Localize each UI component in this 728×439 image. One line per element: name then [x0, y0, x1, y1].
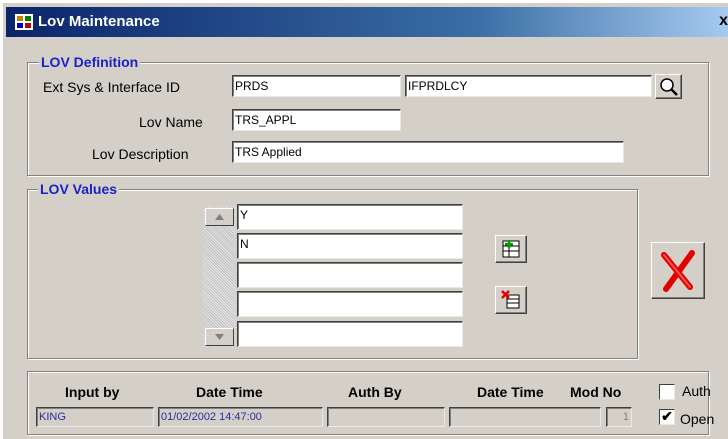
auth-by-header: Auth By [348, 384, 402, 400]
input-by-header: Input by [65, 384, 120, 400]
open-label: Open [680, 411, 715, 427]
exit-button[interactable] [651, 242, 705, 299]
lov-value-field[interactable]: N [237, 233, 463, 259]
lov-description-field[interactable]: TRS Applied [232, 141, 624, 163]
mod-no-header: Mod No [570, 384, 622, 400]
lov-maintenance-window: Lov Maintenance x LOV Definition Ext Sys… [0, 0, 728, 439]
auth-date-time-header: Date Time [477, 384, 544, 400]
title-bar[interactable]: Lov Maintenance x [6, 7, 728, 37]
red-x-icon [661, 250, 695, 292]
auth-date-time-field [449, 407, 601, 427]
input-date-time-field: 01/02/2002 14:47:00 [158, 407, 323, 427]
auth-by-field [327, 407, 445, 427]
lov-value-field[interactable] [237, 321, 463, 347]
arrow-down-icon [215, 334, 224, 340]
auth-label: Auth [682, 383, 711, 399]
lov-values-title: LOV Values [38, 181, 120, 197]
lov-definition-title: LOV Definition [39, 54, 141, 70]
delete-row-icon [501, 290, 520, 309]
app-icon [15, 14, 33, 30]
date-time-header: Date Time [196, 384, 263, 400]
input-by-field: KING [36, 407, 154, 427]
add-row-button[interactable] [495, 235, 527, 263]
magnifier-icon [660, 78, 678, 96]
lov-name-label: Lov Name [139, 114, 203, 130]
delete-row-button[interactable] [495, 286, 527, 314]
lov-values-scrollbar[interactable] [203, 206, 236, 348]
arrow-up-icon [215, 214, 224, 220]
ext-sys-field[interactable]: PRDS [232, 75, 401, 97]
scroll-up-button[interactable] [205, 208, 234, 226]
open-checkbox[interactable]: ✔ [659, 409, 675, 425]
auth-checkbox[interactable] [659, 384, 675, 400]
lov-name-field[interactable]: TRS_APPL [232, 109, 401, 131]
lov-value-field[interactable] [237, 291, 463, 317]
window-title: Lov Maintenance [38, 13, 160, 30]
lookup-button[interactable] [655, 74, 682, 99]
mod-no-field: 1 [606, 407, 632, 427]
lov-value-field[interactable]: Y [237, 204, 463, 230]
add-row-icon [502, 240, 520, 258]
ext-sys-label: Ext Sys & Interface ID [43, 79, 180, 95]
scroll-down-button[interactable] [205, 328, 234, 346]
close-button[interactable]: x [714, 12, 728, 30]
lov-description-label: Lov Description [92, 146, 189, 162]
interface-id-field[interactable]: IFPRDLCY [405, 75, 652, 97]
lov-value-field[interactable] [237, 262, 463, 288]
